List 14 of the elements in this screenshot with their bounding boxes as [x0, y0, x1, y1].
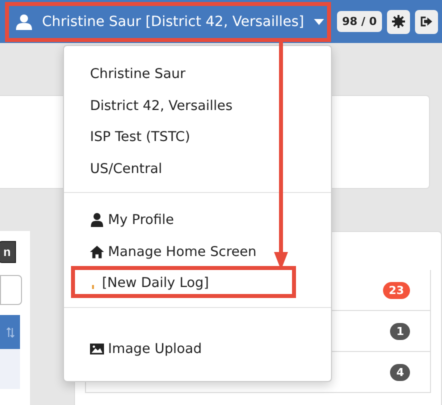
counter-badge: 98 / 0 [337, 11, 382, 32]
count-badge: 4 [390, 364, 410, 380]
menu-item[interactable]: [New Daily Log] [90, 273, 209, 293]
menu-item[interactable]: Manage Home Screen [90, 242, 256, 262]
menu-item[interactable]: My Profile [90, 210, 174, 230]
menu-item[interactable]: Christine Saur [90, 64, 186, 84]
menu-item[interactable]: US/Central [90, 158, 162, 178]
count-badge: 23 [382, 282, 410, 298]
count-badge: 1 [390, 322, 410, 340]
menu-item[interactable]: Image Upload [90, 338, 202, 358]
toolbar-button[interactable]: n [0, 241, 16, 263]
menu-item[interactable]: District 42, Versailles [90, 96, 232, 116]
user-menu-button[interactable]: Christine Saur [District 42, Versailles] [10, 2, 330, 40]
menu-item[interactable]: ISP Test (TSTC) [90, 127, 190, 147]
